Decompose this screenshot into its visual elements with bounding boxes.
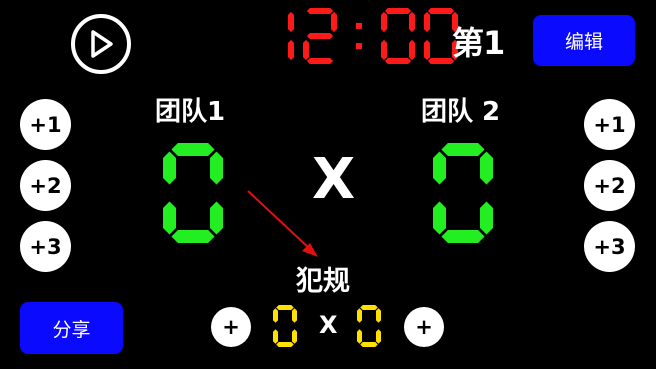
clock-digit-segment xyxy=(381,11,387,33)
team2-foul-segment xyxy=(360,305,378,310)
team1-score[interactable] xyxy=(163,143,223,247)
team1-foul-segment xyxy=(276,305,294,310)
team2-score-segment xyxy=(441,230,485,243)
clock-digit-segment xyxy=(424,39,430,61)
foul-versus-label: X xyxy=(319,311,338,339)
team2-score[interactable] xyxy=(433,143,493,247)
clock-digit-segment xyxy=(427,8,455,14)
clock-digit-segment xyxy=(409,11,415,33)
team2-foul-count xyxy=(357,305,381,351)
team1-score-segment xyxy=(171,230,215,243)
clock-digit-segment xyxy=(331,11,337,33)
team2-score-segment xyxy=(480,151,493,185)
team1-foul-segment xyxy=(273,308,278,323)
team1-foul-segment xyxy=(273,329,278,344)
team2-score-segment xyxy=(480,201,493,235)
clock-digit-segment xyxy=(303,39,309,61)
clock-digit-segment xyxy=(384,58,412,64)
clock-digit-segment xyxy=(381,39,387,61)
play-icon xyxy=(91,30,113,58)
team1-foul-display xyxy=(273,305,297,347)
clock-digit-segment xyxy=(288,11,294,33)
team2-score-segment xyxy=(441,143,485,156)
red-arrow-icon xyxy=(247,190,318,257)
team2-plus2-button[interactable]: +2 xyxy=(584,160,635,211)
clock-digit-segment xyxy=(288,39,294,61)
clock-digit-segment xyxy=(306,8,334,14)
foul-label: 犯规 xyxy=(296,266,350,297)
clock-digit-segment xyxy=(306,58,334,64)
game-clock xyxy=(260,8,458,68)
team1-foul-add-button[interactable]: + xyxy=(211,307,251,347)
team1-score-segment xyxy=(171,143,215,156)
team2-score-digit xyxy=(433,143,493,247)
team2-name: 团队 2 xyxy=(421,97,501,127)
team2-plus1-button[interactable]: +1 xyxy=(584,99,635,150)
period-label: 第1 xyxy=(452,24,505,62)
clock-digit-segment xyxy=(424,11,430,33)
team2-foul-segment xyxy=(357,329,362,344)
clock-digit-display xyxy=(288,8,458,64)
team1-score-segment xyxy=(210,201,223,235)
team2-foul-display xyxy=(357,305,381,347)
team2-foul-add-button[interactable]: + xyxy=(404,307,444,347)
clock-digit-segment xyxy=(409,39,415,61)
clock-digit-colon-dot xyxy=(356,43,362,50)
team1-score-segment xyxy=(210,151,223,185)
team2-foul-segment xyxy=(376,308,381,323)
team2-score-segment xyxy=(433,151,446,185)
team1-plus3-button[interactable]: +3 xyxy=(20,221,71,272)
team2-plus3-button[interactable]: +3 xyxy=(584,221,635,272)
team1-score-display xyxy=(163,143,223,243)
team1-foul-segment xyxy=(292,308,297,323)
team1-foul-count xyxy=(273,305,297,351)
clock-digit-segment xyxy=(427,58,455,64)
team1-foul-segment xyxy=(276,342,294,347)
team1-score-segment xyxy=(163,201,176,235)
clock-digit-colon-dot xyxy=(356,22,362,29)
team2-score-display xyxy=(433,143,493,243)
team1-foul-digit xyxy=(273,305,297,351)
team1-score-segment xyxy=(163,151,176,185)
share-button[interactable]: 分享 xyxy=(20,302,123,354)
team2-foul-digit xyxy=(357,305,381,351)
edit-button[interactable]: 编辑 xyxy=(533,15,635,66)
team1-foul-segment xyxy=(292,329,297,344)
team2-foul-segment xyxy=(357,308,362,323)
team1-plus2-button[interactable]: +2 xyxy=(20,160,71,211)
team1-plus1-button[interactable]: +1 xyxy=(20,99,71,150)
play-button[interactable] xyxy=(71,14,131,74)
team2-foul-segment xyxy=(360,342,378,347)
clock-digit-segment xyxy=(306,33,334,39)
team2-foul-segment xyxy=(376,329,381,344)
clock-digits xyxy=(260,8,458,68)
team1-score-digit xyxy=(163,143,223,247)
clock-digit-segment xyxy=(384,8,412,14)
team1-name: 团队1 xyxy=(155,97,226,127)
team2-score-segment xyxy=(433,201,446,235)
